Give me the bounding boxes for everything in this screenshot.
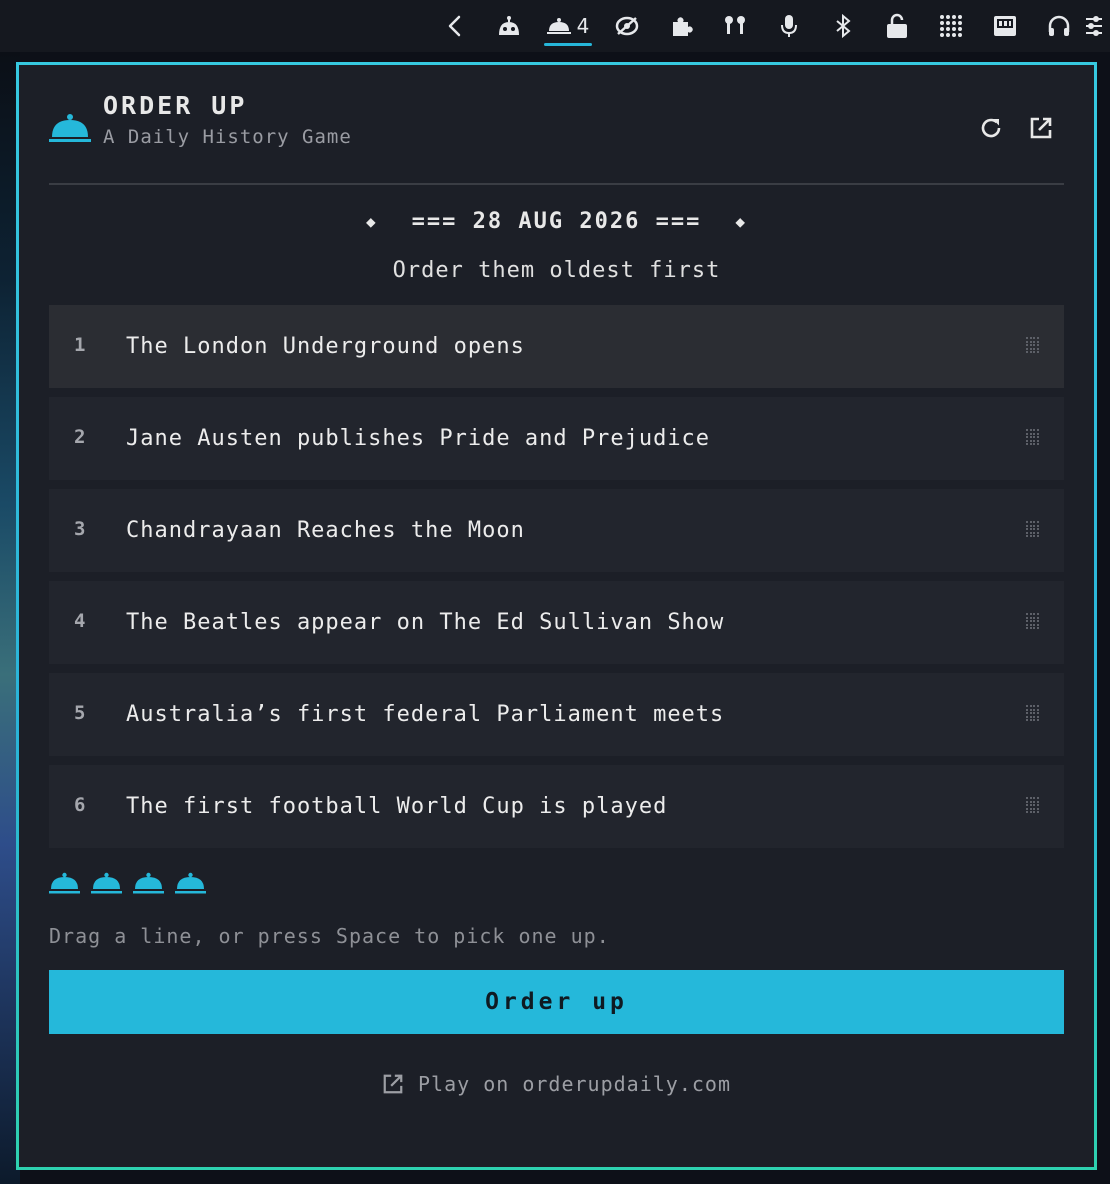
cloche-life-icon xyxy=(133,872,164,894)
puzzle-icon[interactable] xyxy=(654,0,708,52)
drag-handle-icon[interactable] xyxy=(1026,705,1039,721)
cloche-life-icon xyxy=(91,872,122,894)
event-number: 4 xyxy=(74,609,86,632)
cloche-life-icon xyxy=(175,872,206,894)
event-row[interactable]: 2 Jane Austen publishes Pride and Prejud… xyxy=(49,397,1064,480)
headphones-icon[interactable] xyxy=(1032,0,1086,52)
lives-remaining xyxy=(49,872,1064,894)
event-text: The first football World Cup is played xyxy=(126,794,668,819)
app-title: ORDER UP xyxy=(103,90,248,120)
event-row[interactable]: 6 The first football World Cup is played xyxy=(49,765,1064,848)
grid-dots-icon[interactable] xyxy=(924,0,978,52)
drag-handle-icon[interactable] xyxy=(1026,429,1039,445)
cloche-logo-icon xyxy=(49,114,91,142)
cloche-menu-item[interactable]: 4 xyxy=(536,0,600,52)
event-number: 1 xyxy=(74,333,86,356)
refresh-icon xyxy=(981,118,1001,138)
event-row[interactable]: 4 The Beatles appear on The Ed Sullivan … xyxy=(49,581,1064,664)
app-subtitle: A Daily History Game xyxy=(103,125,352,148)
panel-header: ORDER UP A Daily History Game xyxy=(49,65,1064,185)
bluetooth-icon[interactable] xyxy=(816,0,870,52)
drag-hint: Drag a line, or press Space to pick one … xyxy=(49,924,610,948)
earbuds-icon[interactable] xyxy=(708,0,762,52)
event-text: The London Underground opens xyxy=(126,334,525,359)
microphone-icon[interactable] xyxy=(762,0,816,52)
drag-handle-icon[interactable] xyxy=(1026,797,1039,813)
event-row[interactable]: 3 Chandrayaan Reaches the Moon xyxy=(49,489,1064,572)
instructions: Order them oldest first xyxy=(392,258,721,283)
event-list: 1 The London Underground opens 2 Jane Au… xyxy=(49,305,1064,848)
event-number: 3 xyxy=(74,517,86,540)
event-number: 2 xyxy=(74,425,86,448)
event-text: Chandrayaan Reaches the Moon xyxy=(126,518,525,543)
website-link-text: Play on orderupdaily.com xyxy=(418,1072,731,1096)
diamond-icon: ◆ xyxy=(735,212,747,231)
external-link-icon xyxy=(1030,117,1052,139)
drag-handle-icon[interactable] xyxy=(1026,337,1039,353)
cloche-icon xyxy=(546,18,571,34)
event-row[interactable]: 5 Australia’s first federal Parliament m… xyxy=(49,673,1064,756)
date-header: ◆ === 28 AUG 2026 === ◆ xyxy=(49,209,1064,234)
event-text: The Beatles appear on The Ed Sullivan Sh… xyxy=(126,610,725,635)
screen-icon[interactable] xyxy=(978,0,1032,52)
eye-off-icon[interactable] xyxy=(600,0,654,52)
drag-handle-icon[interactable] xyxy=(1026,613,1039,629)
external-link-icon xyxy=(383,1074,403,1094)
menu-bar: 4 xyxy=(0,0,1110,52)
event-row[interactable]: 1 The London Underground opens xyxy=(49,305,1064,388)
event-number: 5 xyxy=(74,701,86,724)
lock-open-icon[interactable] xyxy=(870,0,924,52)
diamond-icon: ◆ xyxy=(366,212,378,231)
robot-icon[interactable] xyxy=(482,0,536,52)
puzzle-date: === 28 AUG 2026 === xyxy=(411,209,702,234)
order-up-button[interactable]: Order up xyxy=(49,970,1064,1034)
sliders-icon[interactable] xyxy=(1086,0,1110,52)
website-link[interactable]: Play on orderupdaily.com xyxy=(49,1072,1064,1096)
order-up-popover: ORDER UP A Daily History Game ◆ === 28 A… xyxy=(16,62,1097,1170)
cloche-life-icon xyxy=(49,872,80,894)
event-number: 6 xyxy=(74,793,86,816)
chevron-left-icon[interactable] xyxy=(428,0,482,52)
active-count: 4 xyxy=(576,14,590,38)
open-external-button[interactable] xyxy=(1026,113,1056,143)
drag-handle-icon[interactable] xyxy=(1026,521,1039,537)
event-text: Australia’s first federal Parliament mee… xyxy=(126,702,725,727)
refresh-button[interactable] xyxy=(976,113,1006,143)
event-text: Jane Austen publishes Pride and Prejudic… xyxy=(126,426,711,451)
